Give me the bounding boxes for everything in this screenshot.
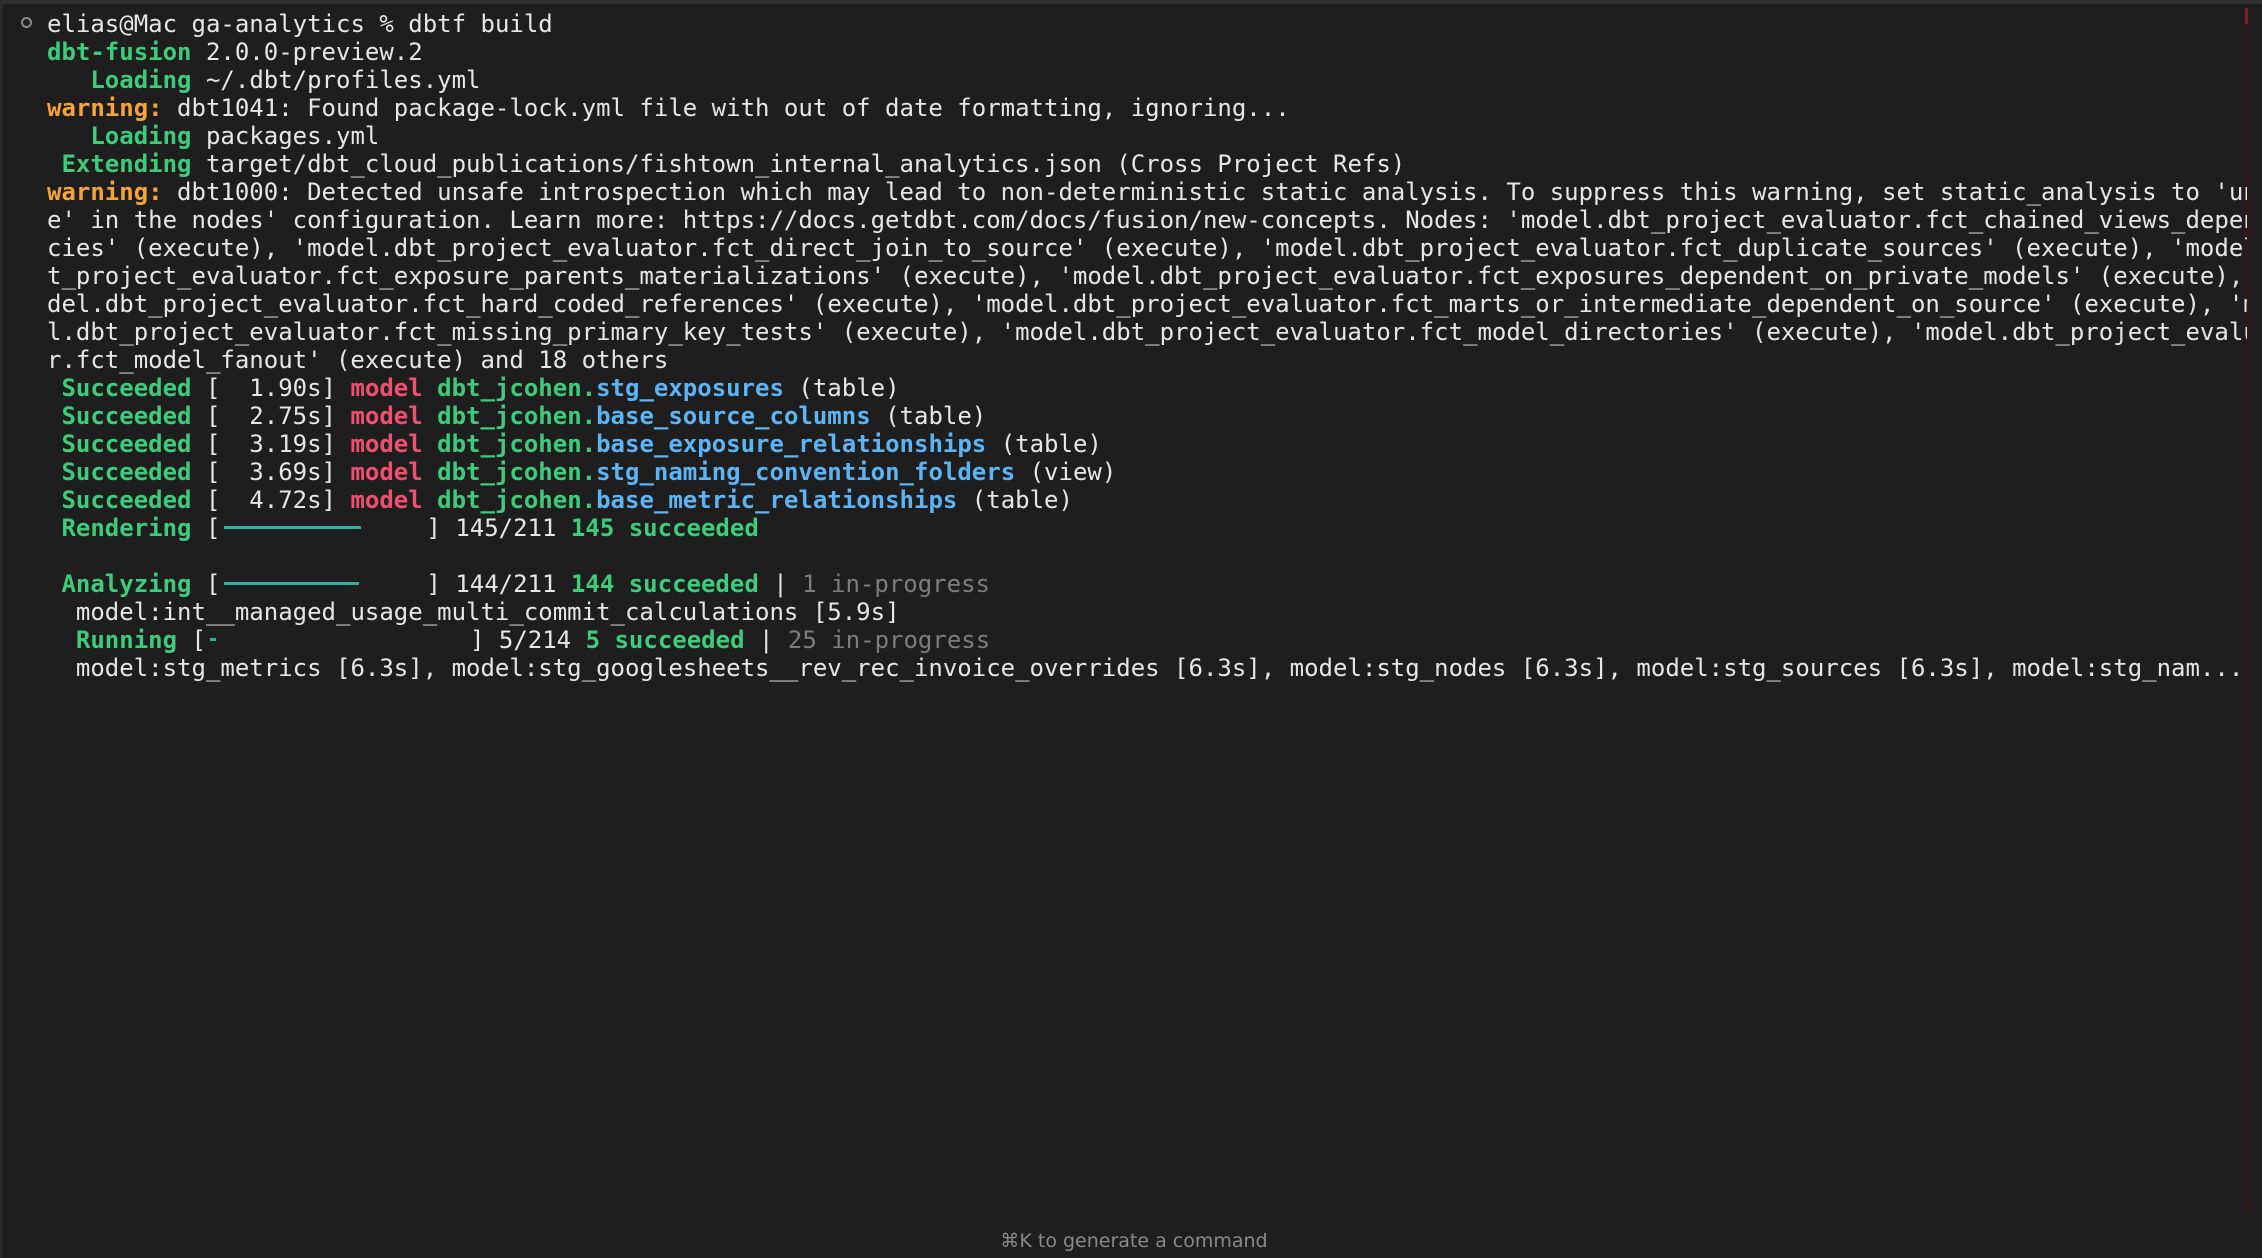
- analyzing-progress-bar: [220, 570, 426, 598]
- warning-line: warning: dbt1041: Found package-lock.yml…: [47, 94, 1290, 122]
- warning-continuation: e' in the nodes' configuration. Learn mo…: [47, 206, 2247, 234]
- terminal-output: elias@Mac ga-analytics % dbtf build dbt-…: [47, 10, 2247, 682]
- succeeded-row: Succeeded [ 4.72s] model dbt_jcohen.base…: [61, 486, 1073, 514]
- running-progress-bar: [206, 626, 470, 654]
- running-current-line: model:stg_metrics [6.3s], model:stg_goog…: [75, 654, 2244, 682]
- rendering-progress-line: Rendering [] 145/211 145 succeeded: [61, 514, 759, 542]
- loading-packages-line: Loading packages.yml: [90, 122, 380, 150]
- terminal-window[interactable]: elias@Mac ga-analytics % dbtf build dbt-…: [0, 0, 2262, 1258]
- succeeded-row: Succeeded [ 3.19s] model dbt_jcohen.base…: [61, 430, 1102, 458]
- loading-profiles-line: Loading ~/.dbt/profiles.yml: [90, 66, 481, 94]
- warning-line: warning: dbt1000: Detected unsafe intros…: [47, 178, 2247, 206]
- warning-continuation: r.fct_model_fanout' (execute) and 18 oth…: [47, 346, 669, 374]
- extending-line: Extending target/dbt_cloud_publications/…: [61, 150, 1406, 178]
- analyzing-progress-line: Analyzing [] 144/211 144 succeeded | 1 i…: [61, 570, 990, 598]
- succeeded-row: Succeeded [ 1.90s] model dbt_jcohen.stg_…: [61, 374, 900, 402]
- rendering-progress-bar: [220, 514, 426, 542]
- version-line: dbt-fusion 2.0.0-preview.2: [47, 38, 423, 66]
- prompt-status-icon: [21, 17, 32, 28]
- warning-continuation: del.dbt_project_evaluator.fct_hard_coded…: [47, 290, 2247, 318]
- warning-continuation: l.dbt_project_evaluator.fct_missing_prim…: [47, 318, 2247, 346]
- generate-command-hint[interactable]: ⌘K to generate a command: [3, 1230, 2262, 1252]
- prompt-line: elias@Mac ga-analytics % dbtf build: [47, 10, 553, 38]
- analyzing-current-line: model:int__managed_usage_multi_commit_ca…: [75, 598, 900, 626]
- warning-continuation: cies' (execute), 'model.dbt_project_eval…: [47, 234, 2247, 262]
- succeeded-row: Succeeded [ 2.75s] model dbt_jcohen.base…: [61, 402, 987, 430]
- warning-continuation: t_project_evaluator.fct_exposure_parents…: [47, 262, 2247, 290]
- command-text: dbtf build: [408, 10, 553, 38]
- succeeded-row: Succeeded [ 3.69s] model dbt_jcohen.stg_…: [61, 458, 1117, 486]
- running-progress-line: Running [] 5/214 5 succeeded | 25 in-pro…: [75, 626, 991, 654]
